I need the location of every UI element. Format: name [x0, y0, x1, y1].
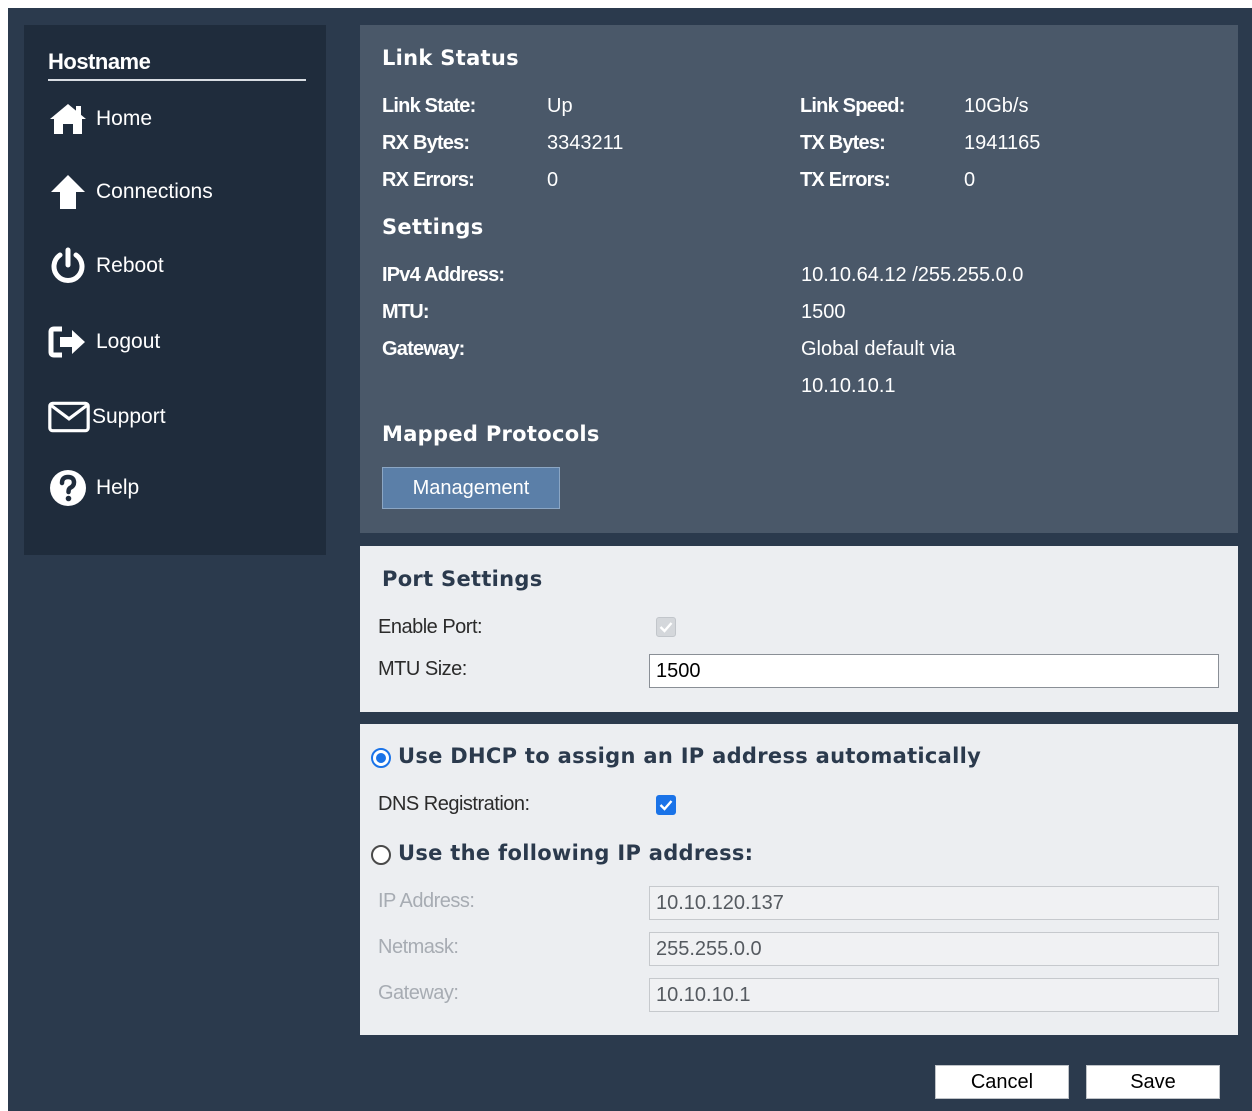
logout-icon — [48, 322, 90, 362]
sidebar-item-label: Connections — [96, 180, 213, 203]
dhcp-radio-label[interactable]: Use DHCP to assign an IP address automat… — [398, 744, 981, 768]
link-state-label: Link State: — [382, 95, 476, 117]
sidebar-item-connections[interactable]: Connections — [48, 172, 213, 212]
sidebar-item-label: Support — [92, 405, 166, 428]
sidebar-item-support[interactable]: Support — [48, 397, 166, 437]
sidebar-item-home[interactable]: Home — [48, 99, 152, 139]
sidebar-item-label: Help — [96, 476, 140, 499]
mtu-size-label: MTU Size: — [378, 658, 467, 680]
link-status-heading: Link Status — [382, 46, 519, 70]
dns-registration-checkbox[interactable] — [656, 795, 676, 815]
rx-bytes-value: 3343211 — [547, 132, 624, 154]
sidebar: Hostname Home Connections Reboot Logout … — [24, 25, 326, 555]
ip-config-panel: Use DHCP to assign an IP address automat… — [360, 724, 1238, 1035]
tx-bytes-value: 1941165 — [964, 132, 1041, 154]
link-status-panel: Link Status Link State: Up Link Speed: 1… — [360, 25, 1238, 533]
link-speed-label: Link Speed: — [800, 95, 905, 117]
home-icon — [48, 99, 90, 139]
netmask-label: Netmask: — [378, 936, 459, 958]
netmask-input[interactable] — [649, 932, 1219, 966]
enable-port-label: Enable Port: — [378, 616, 483, 638]
tx-errors-value: 0 — [964, 169, 976, 191]
rx-bytes-label: RX Bytes: — [382, 132, 470, 154]
save-button[interactable]: Save — [1086, 1065, 1220, 1099]
tx-bytes-label: TX Bytes: — [800, 132, 886, 154]
rx-errors-label: RX Errors: — [382, 169, 475, 191]
dns-registration-label: DNS Registration: — [378, 793, 530, 815]
tx-errors-label: TX Errors: — [800, 169, 891, 191]
checkmark-icon — [659, 800, 673, 811]
static-gateway-label: Gateway: — [378, 982, 459, 1004]
mapped-protocols-heading: Mapped Protocols — [382, 422, 600, 446]
ipv4-address-label: IPv4 Address: — [382, 264, 505, 286]
gateway-value-line2: 10.10.10.1 — [801, 375, 896, 397]
hostname-title: Hostname — [48, 49, 306, 81]
port-settings-heading: Port Settings — [382, 567, 543, 591]
sidebar-item-label: Logout — [96, 330, 161, 353]
static-ip-radio-label[interactable]: Use the following IP address: — [398, 841, 753, 865]
gateway-label: Gateway: — [382, 338, 465, 360]
rx-errors-value: 0 — [547, 169, 559, 191]
port-settings-panel: Port Settings Enable Port: MTU Size: — [360, 546, 1238, 712]
gateway-value-line1: Global default via — [801, 338, 956, 360]
sidebar-item-help[interactable]: Help — [48, 468, 139, 508]
cancel-button[interactable]: Cancel — [935, 1065, 1069, 1099]
management-protocol-button[interactable]: Management — [382, 467, 560, 509]
ip-address-label: IP Address: — [378, 890, 475, 912]
envelope-icon — [48, 397, 90, 437]
ipv4-address-value: 10.10.64.12 /255.255.0.0 — [801, 264, 1024, 286]
sidebar-item-reboot[interactable]: Reboot — [48, 246, 164, 286]
static-ip-radio[interactable] — [371, 845, 391, 865]
checkmark-icon — [659, 622, 673, 633]
static-gateway-input[interactable] — [649, 978, 1219, 1012]
mtu-value: 1500 — [801, 301, 846, 323]
enable-port-checkbox[interactable] — [656, 617, 676, 637]
mtu-size-input[interactable] — [649, 654, 1219, 688]
mtu-label: MTU: — [382, 301, 430, 323]
settings-heading: Settings — [382, 215, 484, 239]
dhcp-radio[interactable] — [371, 748, 391, 768]
link-speed-value: 10Gb/s — [964, 95, 1029, 117]
ip-address-input[interactable] — [649, 886, 1219, 920]
sidebar-item-logout[interactable]: Logout — [48, 322, 160, 362]
arrow-up-icon — [48, 172, 90, 212]
sidebar-item-label: Reboot — [96, 254, 164, 277]
link-state-value: Up — [547, 95, 573, 117]
question-circle-icon — [48, 468, 90, 508]
power-icon — [48, 246, 90, 286]
sidebar-item-label: Home — [96, 107, 153, 130]
